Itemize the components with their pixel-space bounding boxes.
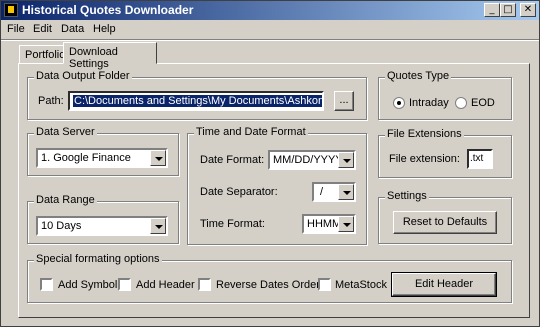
edit-header-button[interactable]: Edit Header [391, 272, 497, 297]
reset-to-defaults-button[interactable]: Reset to Defaults [393, 211, 497, 234]
time-format-select[interactable]: HHMM [302, 214, 356, 234]
data-output-folder-legend: Data Output Folder [34, 70, 132, 82]
menu-edit[interactable]: Edit [33, 23, 52, 35]
metastock-label: MetaStock [335, 279, 387, 291]
file-extension-label: File extension: [389, 153, 460, 165]
data-range-select[interactable]: 10 Days [36, 216, 168, 236]
reverse-dates-label: Reverse Dates Order [216, 279, 320, 291]
menu-file[interactable]: File [7, 23, 25, 35]
minimize-button[interactable]: _ [484, 3, 500, 17]
data-range-group: Data Range 10 Days [27, 194, 179, 244]
add-header-checkbox[interactable] [118, 278, 131, 291]
time-date-format-legend: Time and Date Format [194, 126, 308, 138]
chevron-down-icon[interactable] [338, 184, 354, 200]
file-extensions-group: File Extensions File extension: .txt [378, 128, 512, 178]
special-formatting-legend: Special formating options [34, 253, 162, 265]
main-window: Historical Quotes Downloader _ □ ✕ File … [0, 0, 540, 327]
file-extensions-legend: File Extensions [385, 128, 464, 140]
add-symbol-checkbox[interactable] [40, 278, 53, 291]
chevron-down-icon[interactable] [150, 150, 166, 166]
settings-group: Settings Reset to Defaults [378, 190, 512, 244]
date-separator-label: Date Separator: [200, 186, 278, 198]
intraday-label: Intraday [409, 97, 449, 109]
data-server-legend: Data Server [34, 126, 97, 138]
download-settings-panel: Data Output Folder Path: C:\Documents an… [18, 63, 530, 318]
date-format-select[interactable]: MM/DD/YYYY [268, 150, 356, 170]
menu-help[interactable]: Help [93, 23, 116, 35]
time-date-format-group: Time and Date Format Date Format: MM/DD/… [187, 126, 367, 245]
data-range-value: 10 Days [41, 220, 82, 232]
add-symbol-label: Add Symbol [58, 279, 118, 291]
menu-bar: File Edit Data Help [1, 21, 539, 38]
quotes-type-legend: Quotes Type [385, 70, 452, 82]
eod-radio[interactable] [455, 97, 467, 109]
tab-portfolio[interactable]: Portfolio [19, 45, 65, 65]
chevron-down-icon[interactable] [150, 218, 166, 234]
metastock-checkbox[interactable] [318, 278, 331, 291]
data-server-select[interactable]: 1. Google Finance [36, 148, 168, 168]
menu-data[interactable]: Data [61, 23, 84, 35]
data-output-folder-group: Data Output Folder Path: C:\Documents an… [27, 70, 367, 120]
quotes-type-group: Quotes Type Intraday EOD [378, 70, 512, 120]
title-bar[interactable]: Historical Quotes Downloader _ □ ✕ [1, 1, 539, 20]
data-range-legend: Data Range [34, 194, 97, 206]
date-separator-value: / [320, 186, 324, 198]
window-title: Historical Quotes Downloader [22, 3, 194, 17]
close-button[interactable]: ✕ [520, 3, 536, 17]
time-format-value: HHMM [307, 218, 342, 230]
settings-legend: Settings [385, 190, 429, 202]
intraday-radio[interactable] [393, 97, 405, 109]
menu-separator [1, 39, 539, 41]
path-value: C:\Documents and Settings\My Documents\A… [73, 95, 322, 107]
tab-download-settings[interactable]: Download Settings [63, 42, 157, 70]
chevron-down-icon[interactable] [338, 216, 354, 232]
maximize-button[interactable]: □ [500, 3, 516, 17]
file-extension-input[interactable]: .txt [467, 149, 493, 169]
path-input[interactable]: C:\Documents and Settings\My Documents\A… [68, 91, 324, 111]
date-format-label: Date Format: [200, 154, 265, 166]
app-icon [4, 3, 18, 17]
eod-label: EOD [471, 97, 495, 109]
special-formatting-group: Special formating options Add Symbol Add… [27, 253, 512, 303]
chevron-down-icon[interactable] [338, 152, 354, 168]
time-format-label: Time Format: [200, 218, 265, 230]
date-format-value: MM/DD/YYYY [273, 154, 343, 166]
browse-button[interactable]: ... [334, 91, 354, 111]
path-label: Path: [38, 95, 64, 107]
add-header-label: Add Header [136, 279, 195, 291]
data-server-group: Data Server 1. Google Finance [27, 126, 179, 176]
date-separator-select[interactable]: / [312, 182, 356, 202]
reverse-dates-checkbox[interactable] [198, 278, 211, 291]
data-server-value: 1. Google Finance [41, 152, 131, 164]
